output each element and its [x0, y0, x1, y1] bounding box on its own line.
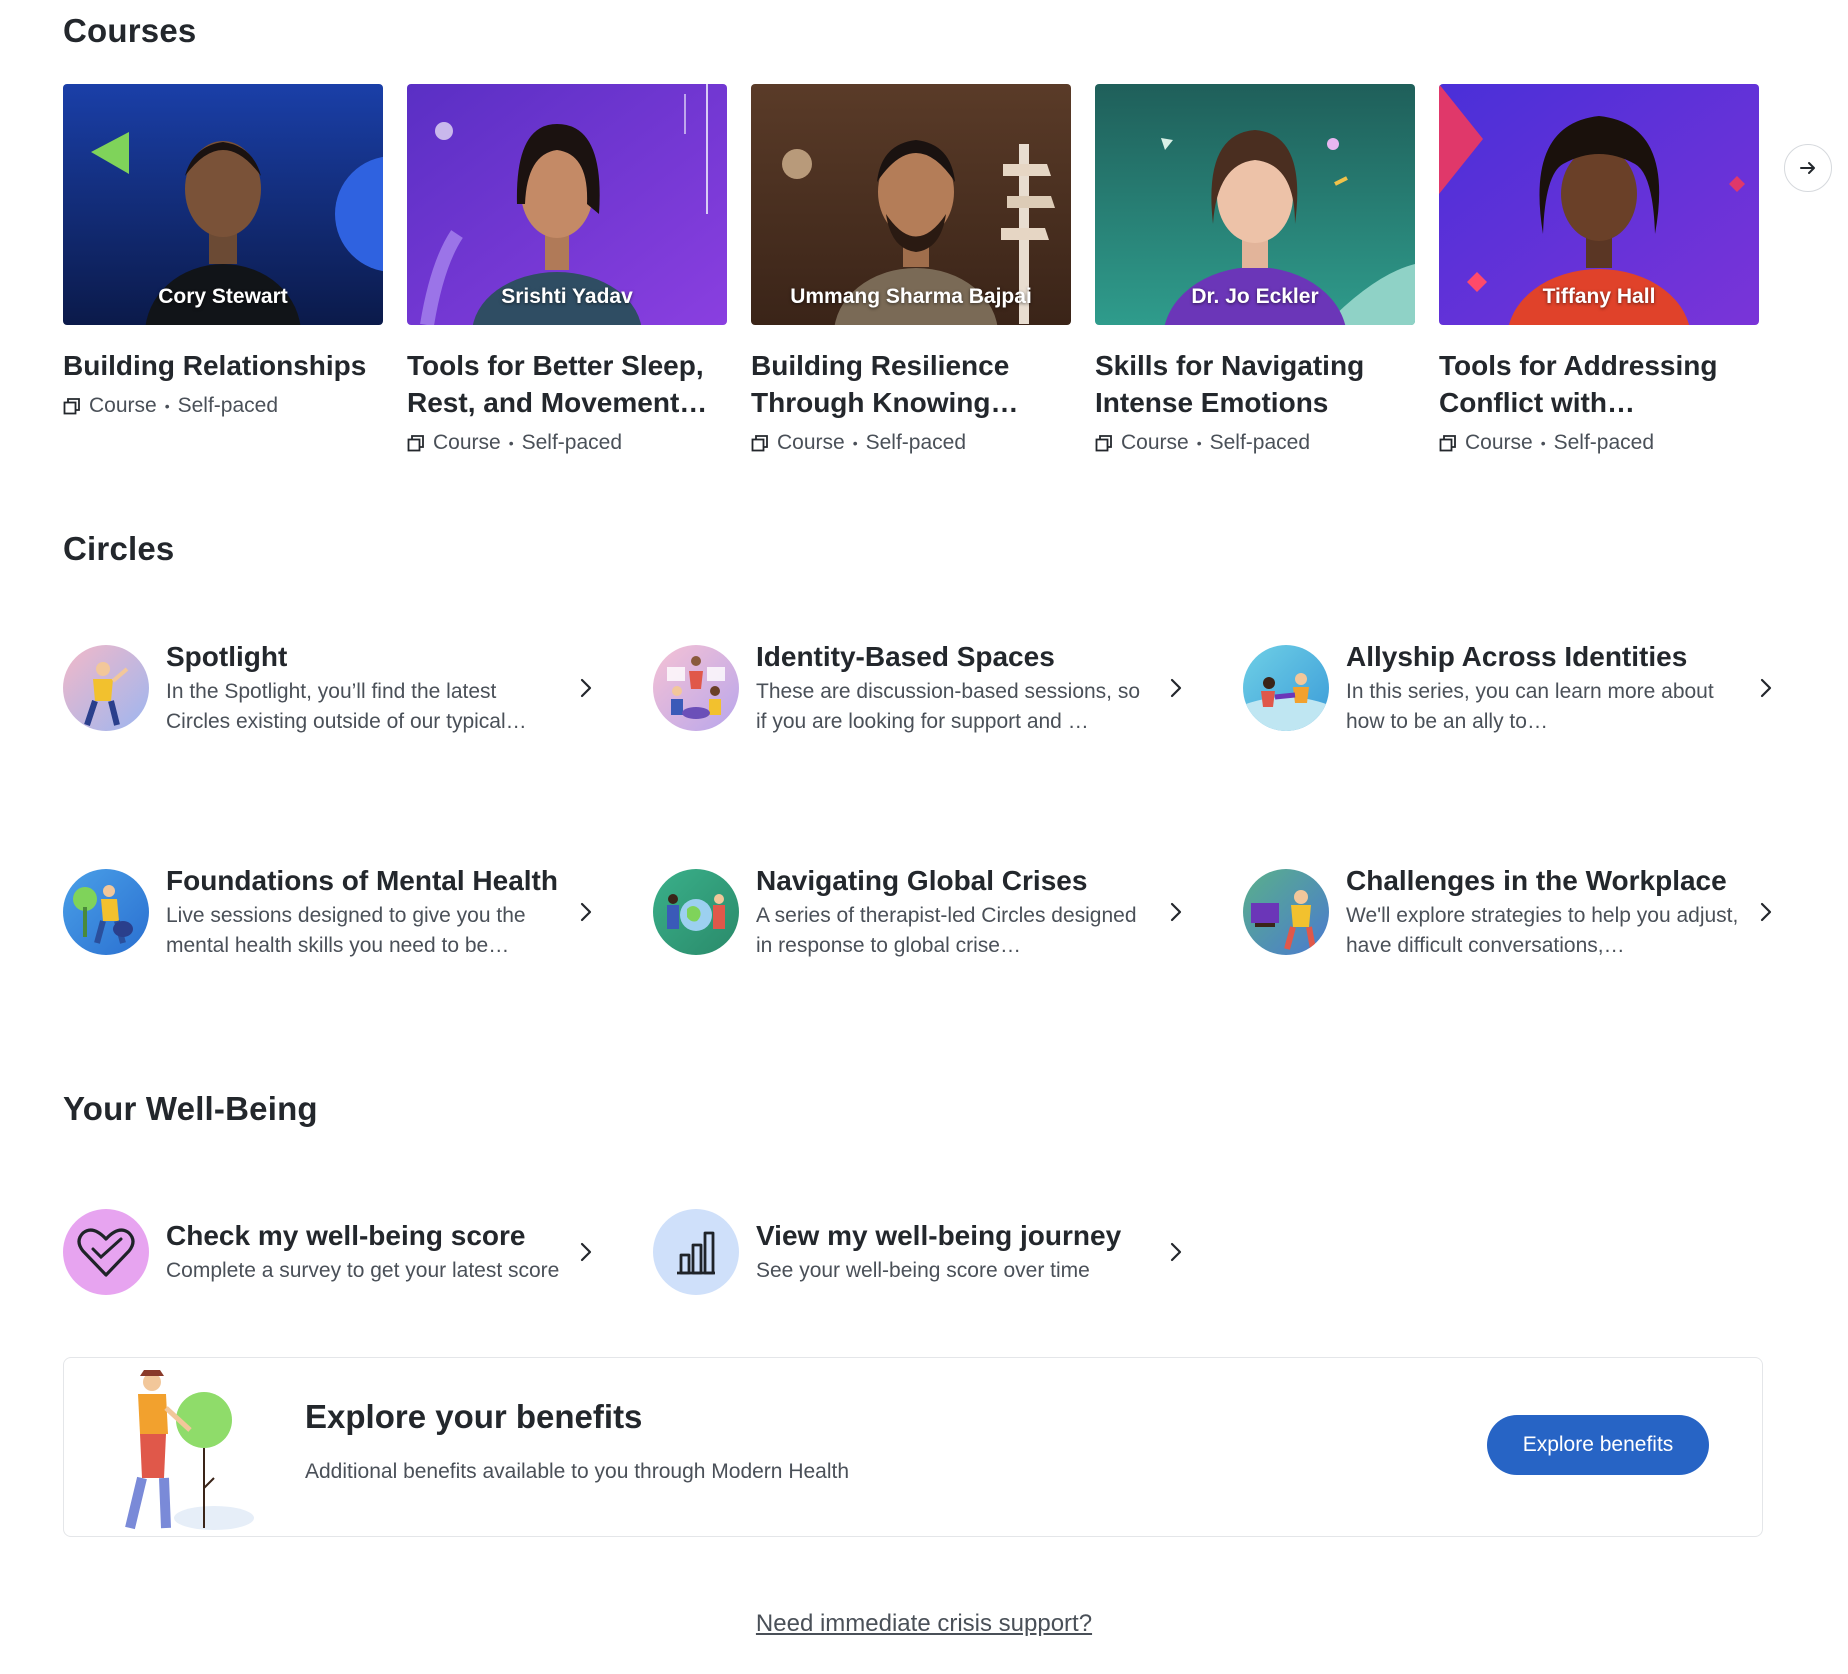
courses-heading: Courses [63, 12, 197, 49]
course-title[interactable]: Building Resilience Through Knowing… [751, 347, 1071, 421]
course-card[interactable]: Srishti Yadav Tools for Better Sleep, Re… [407, 84, 727, 455]
course-thumbnail: Ummang Sharma Bajpai [751, 84, 1071, 325]
course-meta: Course • Self-paced [63, 394, 383, 418]
circles-heading: Circles [63, 530, 175, 567]
circle-title: Foundations of Mental Health [166, 865, 558, 896]
course-pace: Self-paced [1553, 431, 1655, 454]
course-thumbnail: Srishti Yadav [407, 84, 727, 325]
chevron-right-icon [1760, 902, 1772, 922]
wellbeing-score-avatar [63, 1209, 149, 1295]
circle-description: In this series, you can learn more about… [1346, 680, 1714, 733]
course-meta: Course • Self-paced [407, 431, 727, 455]
instructor-name: Srishti Yadav [501, 285, 633, 308]
circle-description: We'll explore strategies to help you adj… [1346, 904, 1739, 957]
course-type: Course [777, 431, 845, 454]
chevron-right-icon [580, 902, 592, 922]
circle-item-identity-based-spaces[interactable]: Identity-Based Spaces These are discussi… [653, 628, 1193, 748]
course-stack-icon [1439, 435, 1456, 452]
circle-description: A series of therapist-led Circles design… [756, 904, 1137, 957]
chevron-right-icon [1170, 902, 1182, 922]
chevron-right-icon [1170, 1242, 1182, 1262]
chevron-right-icon [580, 678, 592, 698]
wellbeing-item-description: See your well-being score over time [756, 1259, 1090, 1282]
benefits-description: Additional benefits available to you thr… [305, 1460, 850, 1483]
circle-title: Identity-Based Spaces [756, 641, 1055, 672]
course-thumbnail: Dr. Jo Eckler [1095, 84, 1415, 325]
course-card[interactable]: Tiffany Hall Tools for Addressing Confli… [1439, 84, 1759, 455]
circle-item-challenges-in-the-workplace[interactable]: Challenges in the Workplace We'll explor… [1243, 852, 1783, 972]
view-wellbeing-journey-item[interactable]: View my well-being journey See your well… [653, 1192, 1193, 1312]
course-meta: Course • Self-paced [751, 431, 1071, 455]
course-pace: Self-paced [865, 431, 967, 454]
benefits-illustration [125, 1370, 254, 1530]
course-pace: Self-paced [1209, 431, 1311, 454]
wellbeing-item-description: Complete a survey to get your latest sco… [166, 1259, 560, 1282]
wellbeing-journey-avatar [653, 1209, 739, 1295]
carousel-next-button[interactable] [1784, 144, 1832, 192]
circle-title: Challenges in the Workplace [1346, 865, 1727, 896]
circle-title: Navigating Global Crises [756, 865, 1088, 896]
circle-description: Live sessions designed to give you the m… [166, 904, 526, 957]
course-stack-icon [1095, 435, 1112, 452]
circle-illustration [63, 869, 149, 955]
separator-dot: • [164, 398, 170, 414]
course-pace: Self-paced [521, 431, 623, 454]
circle-illustration [1243, 645, 1329, 731]
course-thumbnail: Tiffany Hall [1439, 84, 1759, 325]
circle-illustration [653, 869, 739, 955]
wellbeing-heading: Your Well-Being [63, 1090, 318, 1127]
wellbeing-item-title: Check my well-being score [166, 1220, 526, 1251]
course-meta: Course • Self-paced [1439, 431, 1759, 455]
instructor-name: Tiffany Hall [1542, 285, 1656, 308]
circle-title: Allyship Across Identities [1346, 641, 1688, 672]
separator-dot: • [852, 435, 858, 451]
chevron-right-icon [1170, 678, 1182, 698]
course-pace: Self-paced [177, 394, 279, 417]
circle-item-foundations-of-mental-health[interactable]: Foundations of Mental Health Live sessio… [63, 852, 603, 972]
circle-title: Spotlight [166, 641, 288, 672]
course-stack-icon [63, 398, 80, 415]
chevron-right-icon [1760, 678, 1772, 698]
circle-item-navigating-global-crises[interactable]: Navigating Global Crises A series of the… [653, 852, 1193, 972]
course-card[interactable]: Cory Stewart Building Relationships Cour… [63, 84, 383, 418]
crisis-support-container: Need immediate crisis support? [0, 1610, 1848, 1638]
check-wellbeing-score-item[interactable]: Check my well-being score Complete a sur… [63, 1192, 603, 1312]
course-card[interactable]: Ummang Sharma Bajpai Building Resilience… [751, 84, 1071, 455]
chevron-right-icon [580, 1242, 592, 1262]
circle-illustration [1243, 869, 1329, 955]
course-stack-icon [407, 435, 424, 452]
separator-dot: • [1196, 435, 1202, 451]
circle-description: In the Spotlight, you’ll find the latest… [166, 680, 527, 733]
circle-illustration [653, 645, 739, 731]
course-meta: Course • Self-paced [1095, 431, 1415, 455]
wellbeing-item-title: View my well-being journey [756, 1220, 1122, 1251]
course-thumbnail: Cory Stewart [63, 84, 383, 325]
circle-description: These are discussion-based sessions, so … [756, 680, 1141, 733]
course-card[interactable]: Dr. Jo Eckler Skills for Navigating Inte… [1095, 84, 1415, 455]
course-stack-icon [751, 435, 768, 452]
course-type: Course [89, 394, 157, 417]
separator-dot: • [508, 435, 514, 451]
course-title[interactable]: Tools for Addressing Conflict with… [1439, 347, 1759, 421]
circle-item-spotlight[interactable]: Spotlight In the Spotlight, you’ll find … [63, 628, 603, 748]
crisis-support-link[interactable]: Need immediate crisis support? [756, 1610, 1092, 1637]
course-title[interactable]: Building Relationships [63, 347, 383, 384]
circle-illustration [63, 645, 149, 731]
explore-benefits-button[interactable]: Explore benefits [1487, 1415, 1709, 1475]
instructor-name: Dr. Jo Eckler [1191, 285, 1319, 308]
instructor-name: Cory Stewart [158, 285, 288, 308]
instructor-name: Ummang Sharma Bajpai [790, 285, 1032, 308]
course-type: Course [433, 431, 501, 454]
separator-dot: • [1540, 435, 1546, 451]
course-title[interactable]: Skills for Navigating Intense Emotions [1095, 347, 1415, 421]
benefits-banner: Explore your benefits Additional benefit… [63, 1357, 1763, 1537]
course-title[interactable]: Tools for Better Sleep, Rest, and Moveme… [407, 347, 727, 421]
course-type: Course [1465, 431, 1533, 454]
arrow-right-icon [1800, 162, 1815, 174]
benefits-title: Explore your benefits [305, 1398, 643, 1435]
circle-item-allyship-across-identities[interactable]: Allyship Across Identities In this serie… [1243, 628, 1783, 748]
course-type: Course [1121, 431, 1189, 454]
